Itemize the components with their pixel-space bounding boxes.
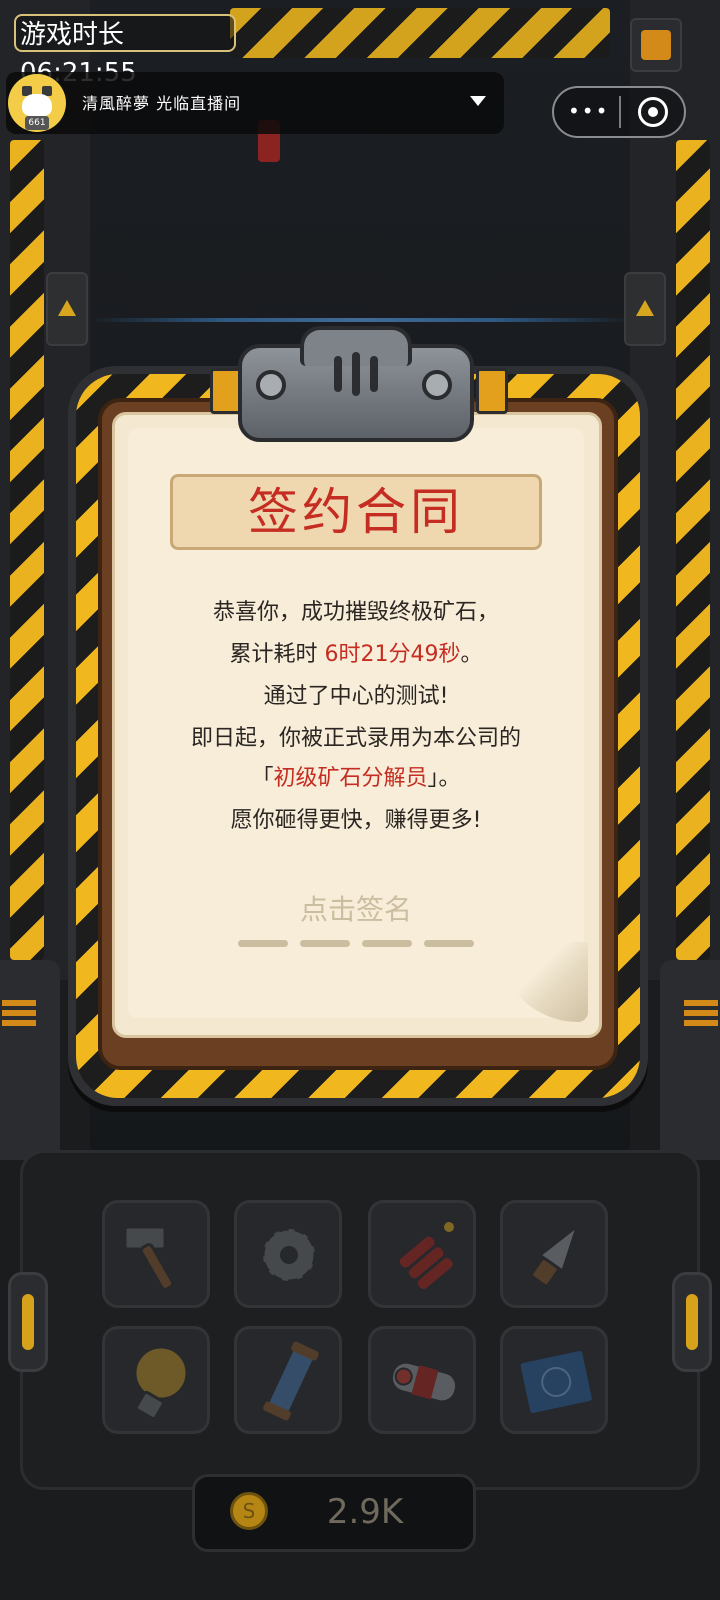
tool-slot-energy-tube[interactable] bbox=[234, 1326, 342, 1434]
timer-label: 游戏时长 bbox=[20, 20, 125, 50]
capsule-divider bbox=[619, 96, 621, 128]
signature-line[interactable] bbox=[238, 940, 288, 947]
live-room-bar[interactable] bbox=[6, 72, 504, 134]
signature-line[interactable] bbox=[362, 940, 412, 947]
coin-icon: S bbox=[230, 1492, 268, 1530]
contract-line-4: 即日起，你被正式录用为本公司的 bbox=[190, 726, 521, 751]
capsule-device-icon bbox=[389, 1360, 459, 1404]
clip-slot bbox=[352, 352, 360, 396]
live-room-text: 清風醉夢 光临直播间 bbox=[82, 94, 242, 113]
chevron-down-icon[interactable] bbox=[470, 96, 486, 106]
contract-title: 签约合同 bbox=[248, 483, 464, 541]
contract-line-3: 通过了中心的测试! bbox=[263, 684, 449, 709]
gear-icon bbox=[261, 1227, 317, 1283]
contract-line-6: 愿你砸得更快，赚得更多! bbox=[230, 808, 482, 833]
sign-button[interactable]: 点击签名 bbox=[128, 888, 584, 928]
quote-open: 「 bbox=[251, 766, 274, 791]
line2-suffix: 。 bbox=[460, 642, 483, 667]
bolt-icon bbox=[256, 370, 286, 400]
clip-slot bbox=[370, 356, 378, 392]
contract-line-5: 「初级矿石分解员」。 bbox=[128, 760, 584, 792]
contract-line-2: 累计耗时 6时21分49秒。 bbox=[128, 636, 584, 668]
lightbulb-icon bbox=[133, 1345, 189, 1421]
avatar[interactable]: 661 bbox=[8, 74, 66, 132]
tool-slot-capsule-device[interactable] bbox=[368, 1326, 476, 1434]
clip-slot bbox=[334, 356, 342, 392]
avatar-badge: 661 bbox=[25, 116, 49, 130]
drill-icon bbox=[530, 1221, 581, 1288]
right-machine bbox=[660, 960, 720, 1160]
tool-slot-drill[interactable] bbox=[500, 1200, 608, 1308]
contract-line-1: 恭喜你，成功摧毁终极矿石， bbox=[212, 600, 499, 625]
right-hazard-stripe bbox=[676, 140, 710, 960]
left-machine bbox=[0, 960, 60, 1160]
energy-tube-icon bbox=[263, 1341, 319, 1421]
tool-slot-blueprint[interactable] bbox=[500, 1326, 608, 1434]
signature-line[interactable] bbox=[300, 940, 350, 947]
laser-beam bbox=[90, 318, 630, 322]
quote-close: 」。 bbox=[427, 766, 461, 791]
tool-slot-lightbulb[interactable] bbox=[102, 1326, 210, 1434]
top-right-lamp bbox=[630, 18, 682, 72]
vent-icon bbox=[684, 1000, 718, 1026]
tool-slot-dynamite[interactable] bbox=[368, 1200, 476, 1308]
clip-hinge bbox=[476, 368, 508, 414]
cat-icon bbox=[22, 94, 52, 116]
left-hazard-stripe bbox=[10, 140, 44, 960]
vent-icon bbox=[2, 1000, 36, 1026]
left-handle bbox=[8, 1272, 48, 1372]
warning-icon bbox=[46, 272, 88, 346]
blueprint-icon bbox=[517, 1347, 595, 1417]
more-dots-icon[interactable]: ••• bbox=[568, 98, 608, 124]
right-handle bbox=[672, 1272, 712, 1372]
tool-slot-gear[interactable] bbox=[234, 1200, 342, 1308]
line2-prefix: 累计耗时 bbox=[229, 642, 325, 667]
tool-slot-hammer[interactable] bbox=[102, 1200, 210, 1308]
job-title: 初级矿石分解员 bbox=[273, 766, 428, 791]
warning-icon bbox=[624, 272, 666, 346]
elapsed-time: 6时21分49秒 bbox=[324, 642, 461, 667]
game-timer: 游戏时长06:21:55 bbox=[14, 14, 236, 88]
dynamite-icon bbox=[396, 1222, 456, 1293]
top-hazard-stripe bbox=[230, 8, 610, 58]
hammer-icon bbox=[123, 1225, 175, 1291]
target-icon[interactable] bbox=[638, 97, 668, 127]
bolt-icon bbox=[422, 370, 452, 400]
signature-line[interactable] bbox=[424, 940, 474, 947]
coin-value: 2.9K bbox=[326, 1492, 404, 1532]
